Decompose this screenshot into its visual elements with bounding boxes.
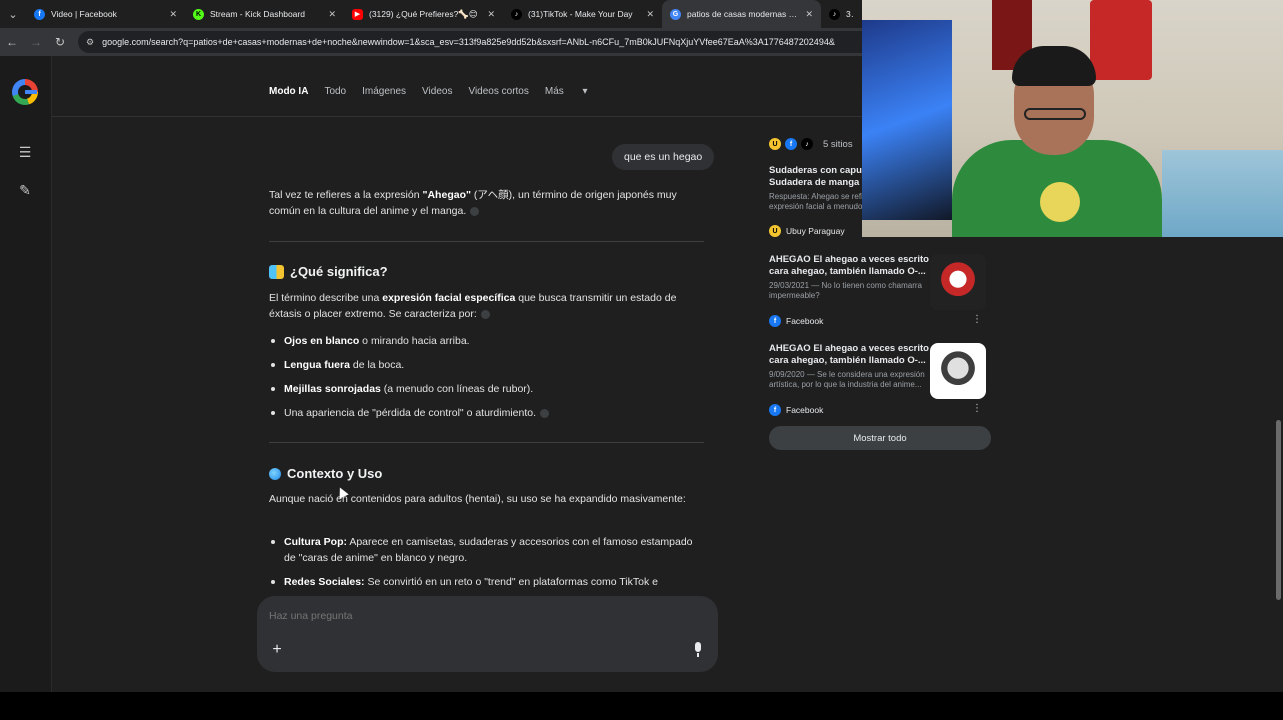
close-icon[interactable]: ✕ [487,9,495,20]
list-item: Mejillas sonrojadas (a menudo con líneas… [269,381,706,397]
context-list: Cultura Pop: Aparece en camisetas, sudad… [269,534,706,598]
back-icon[interactable]: ← [0,28,24,56]
section-paragraph: Aunque nació en contenidos para adultos … [269,493,686,505]
google-logo-icon[interactable] [12,79,38,105]
list-item: Redes Sociales: Se convirtió en un reto … [269,574,706,590]
search-mode-tabs: Modo IA Todo Imágenes Videos Videos cort… [269,86,620,97]
divider [269,442,704,443]
tiktok-icon: ♪ [511,8,522,20]
youtube-icon: ▶ [352,8,363,20]
source-thumbnail[interactable] [930,343,986,399]
source-site: f Facebook [769,404,823,416]
section-heading: Contexto y Uso [269,466,382,482]
section-heading: ¿Qué significa? [269,264,388,280]
answer-intro: Tal vez te refieres a la expresión "Aheg… [269,189,677,217]
tab-mas[interactable]: Más ▾ [545,86,604,97]
close-icon[interactable]: ✕ [805,9,813,20]
tiktok-icon: ♪ [801,138,813,150]
theater-masks-icon [269,265,284,279]
sources-header[interactable]: U f ♪ 5 sitios [769,138,853,150]
tab-modo-ia[interactable]: Modo IA [269,86,308,97]
tab-imagenes[interactable]: Imágenes [362,86,406,97]
show-all-button[interactable]: Mostrar todo [769,426,991,450]
webcam-overlay [862,0,1283,237]
ubuy-icon: U [769,225,781,237]
dropdown-icon: ▾ [582,86,588,97]
url-text: google.com/search?q=patios+de+casas+mode… [102,37,835,47]
glasses [1024,108,1086,120]
tab-facebook[interactable]: f Video | Facebook ✕ [26,0,185,28]
scrollbar-thumb[interactable] [1276,420,1281,600]
ubuy-icon: U [769,138,781,150]
tab-youtube[interactable]: ▶ (3129) ¿Qué Prefieres?🦴😊 ✕ [344,0,503,28]
close-icon[interactable]: ✕ [328,9,336,20]
bottom-bar [0,692,1283,720]
hanging-jersey [1090,0,1152,80]
facebook-icon: f [34,8,45,20]
tiktok-icon: ♪ [829,8,840,20]
list-item: Ojos en blanco o mirando hacia arriba. [269,333,706,349]
kick-icon: K [193,8,204,20]
list-item: Cultura Pop: Aparece en camisetas, sudad… [269,534,706,566]
site-info-icon[interactable]: ⚙ [86,37,94,48]
reload-icon[interactable]: ↻ [48,28,72,56]
facebook-icon: f [769,315,781,327]
tab-search-icon[interactable]: ⌄ [0,0,26,28]
source-site: U Ubuy Paraguay [769,225,845,237]
close-icon[interactable]: ✕ [169,9,177,20]
add-button[interactable]: + [267,640,287,660]
close-icon[interactable]: ✕ [646,9,654,20]
source-site: f Facebook [769,315,823,327]
list-item: Una apariencia de "pérdida de control" o… [269,405,706,421]
bed [1162,150,1283,237]
google-icon: G [670,8,681,20]
tab-videos-cortos[interactable]: Videos cortos [468,86,528,97]
link-icon[interactable] [470,206,480,216]
globe-icon [269,468,281,480]
tab-google-search[interactable]: G patios de casas modernas de n ✕ [662,0,821,28]
tab-kick[interactable]: K Stream - Kick Dashboard ✕ [185,0,344,28]
wall-poster [862,20,952,220]
divider [269,241,704,242]
screen: ⌄ f Video | Facebook ✕ K Stream - Kick D… [0,0,1283,720]
shirt-logo [1040,182,1080,222]
user-query-bubble: que es un hegao [612,144,715,170]
tab-tiktok-2[interactable]: ♪ 3,678 [821,0,861,28]
feature-list: Ojos en blanco o mirando hacia arriba. L… [269,333,706,429]
facebook-icon: f [769,404,781,416]
ask-input[interactable] [269,610,689,622]
more-options-icon[interactable]: ⋮ [972,403,982,414]
microphone-icon[interactable] [690,640,706,660]
tab-todo[interactable]: Todo [324,86,346,97]
link-icon[interactable] [480,309,490,319]
link-icon[interactable] [540,408,550,418]
list-item: Lengua fuera de la boca. [269,357,706,373]
facebook-icon: f [785,138,797,150]
ask-composer: + [257,596,718,672]
new-chat-icon[interactable]: ✎ [16,182,34,200]
source-thumbnail[interactable] [930,254,986,310]
history-list-icon[interactable]: ☰ [16,144,34,162]
streamer-hair [1012,46,1096,86]
tab-tiktok[interactable]: ♪ (31)TikTok - Make Your Day ✕ [503,0,662,28]
source-card[interactable]: AHEGAO El ahegao a veces escrito cara ah… [769,254,994,327]
left-rail: ☰ ✎ [0,56,52,692]
source-card[interactable]: AHEGAO El ahegao a veces escrito cara ah… [769,343,994,416]
tab-videos[interactable]: Videos [422,86,452,97]
section-paragraph: El término describe una expresión facial… [269,292,677,320]
forward-icon[interactable]: → [24,28,48,56]
more-options-icon[interactable]: ⋮ [972,314,982,325]
